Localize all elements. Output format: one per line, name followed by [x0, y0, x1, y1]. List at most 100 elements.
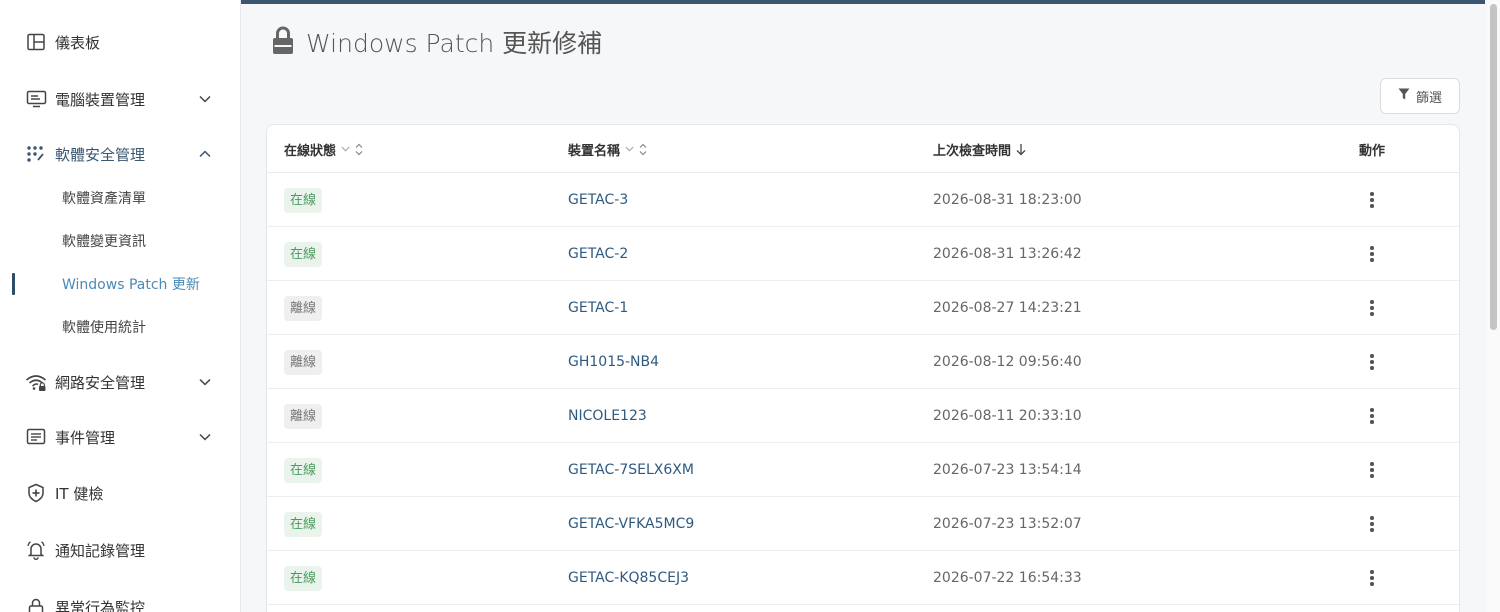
- status-badge: 在線: [284, 241, 323, 267]
- sort-icon[interactable]: [639, 143, 647, 156]
- filter-button[interactable]: 篩選: [1380, 78, 1460, 114]
- active-indicator: [12, 273, 15, 295]
- sidebar-item-label: 事件管理: [55, 428, 116, 447]
- table-row[interactable]: 離線 GETAC-1 2026-08-27 14:23:21: [267, 281, 1459, 335]
- sidebar-item-events[interactable]: 事件管理: [0, 417, 240, 457]
- chevron-down-icon[interactable]: [625, 146, 634, 152]
- last-check-cell: 2026-07-23 13:52:07: [933, 497, 1082, 551]
- device-cell: GETAC-2: [568, 227, 628, 281]
- last-check-cell: 2026-07-22 16:54:33: [933, 551, 1082, 605]
- table-row[interactable]: 在線 GETAC-3 2026-08-31 18:23:00: [267, 173, 1459, 227]
- monitor-icon: [25, 88, 47, 110]
- sidebar-item-label: IT 健檢: [55, 484, 104, 503]
- sort-icon[interactable]: [355, 143, 363, 156]
- table-row[interactable]: 在線 GETAC-KQ85CEJ3 2026-07-22 16:54:33: [267, 551, 1459, 605]
- action-cell: [1364, 281, 1380, 335]
- status-badge: 在線: [284, 565, 323, 591]
- more-actions-icon[interactable]: [1364, 246, 1380, 262]
- sidebar-subitem-windows-patch[interactable]: Windows Patch 更新: [0, 266, 240, 302]
- action-cell: [1364, 443, 1380, 497]
- device-cell: GETAC-KQ85CEJ3: [568, 551, 689, 605]
- device-name-link[interactable]: GETAC-2: [568, 246, 628, 262]
- action-cell: [1364, 227, 1380, 281]
- device-name-link[interactable]: GETAC-KQ85CEJ3: [568, 570, 689, 586]
- status-cell: 離線: [284, 389, 323, 443]
- status-cell: 在線: [284, 173, 323, 227]
- lock-icon: [25, 596, 47, 612]
- table-row[interactable]: 離線 NICOLE123 2026-08-11 20:33:10: [267, 389, 1459, 443]
- bell-icon: [25, 539, 47, 561]
- sidebar-item-anomaly-monitoring[interactable]: 異常行為監控: [0, 587, 240, 612]
- last-check-time: 2026-07-23 13:54:14: [933, 462, 1082, 478]
- device-cell: NICOLE123: [568, 389, 647, 443]
- table-row[interactable]: 在線 GETAC-7SELX6XM 2026-07-23 13:54:14: [267, 443, 1459, 497]
- sidebar-item-label: 異常行為監控: [55, 598, 146, 612]
- column-header-last-check[interactable]: 上次檢查時間: [933, 125, 1026, 173]
- sidebar-subitem-label: 軟體變更資訊: [62, 234, 146, 250]
- table-row[interactable]: 離線 GH1015-NB4 2026-08-12 09:56:40: [267, 335, 1459, 389]
- chevron-down-icon: [198, 430, 212, 444]
- device-name-link[interactable]: GETAC-3: [568, 192, 628, 208]
- last-check-cell: 2026-08-31 13:26:42: [933, 227, 1082, 281]
- sidebar-subitem-software-changes[interactable]: 軟體變更資訊: [0, 223, 240, 259]
- sidebar-item-network-security[interactable]: 網路安全管理: [0, 362, 240, 402]
- last-check-time: 2026-08-27 14:23:21: [933, 300, 1082, 316]
- device-name-link[interactable]: GETAC-1: [568, 300, 628, 316]
- last-check-cell: 2026-08-31 18:23:00: [933, 173, 1082, 227]
- last-check-cell: 2026-08-12 09:56:40: [933, 335, 1082, 389]
- action-cell: [1364, 335, 1380, 389]
- device-name-link[interactable]: NICOLE123: [568, 408, 647, 424]
- more-actions-icon[interactable]: [1364, 408, 1380, 424]
- status-cell: 在線: [284, 551, 323, 605]
- column-header-action: 動作: [1359, 125, 1385, 173]
- sidebar-item-dashboard[interactable]: 儀表板: [0, 22, 240, 62]
- status-badge: 離線: [284, 403, 323, 429]
- sidebar-item-label: 電腦裝置管理: [55, 90, 146, 109]
- last-check-time: 2026-07-22 16:54:33: [933, 570, 1082, 586]
- page-scrollbar[interactable]: [1487, 0, 1500, 612]
- device-name-link[interactable]: GH1015-NB4: [568, 354, 659, 370]
- action-cell: [1364, 497, 1380, 551]
- last-check-cell: 2026-08-27 14:23:21: [933, 281, 1082, 335]
- filter-button-label: 篩選: [1415, 90, 1442, 106]
- sidebar-item-it-checkup[interactable]: IT 健檢: [0, 473, 240, 513]
- table-header: 在線狀態 裝置名稱 上次檢查時間 動作: [267, 125, 1459, 173]
- more-actions-icon[interactable]: [1364, 516, 1380, 532]
- sidebar-subitem-label: Windows Patch 更新: [62, 277, 200, 293]
- more-actions-icon[interactable]: [1364, 354, 1380, 370]
- chevron-down-icon: [198, 375, 212, 389]
- action-cell: [1364, 551, 1380, 605]
- sidebar-subitem-label: 軟體使用統計: [62, 320, 146, 336]
- column-header-label: 動作: [1359, 143, 1386, 159]
- scrollbar-thumb[interactable]: [1490, 4, 1497, 330]
- device-cell: GETAC-7SELX6XM: [568, 443, 694, 497]
- table-row[interactable]: 在線 GETAC-2 2026-08-31 13:26:42: [267, 227, 1459, 281]
- status-badge: 在線: [284, 511, 323, 537]
- last-check-time: 2026-08-31 13:26:42: [933, 246, 1082, 262]
- shield-plus-icon: [25, 482, 47, 504]
- device-name-link[interactable]: GETAC-VFKA5MC9: [568, 516, 694, 532]
- more-actions-icon[interactable]: [1364, 570, 1380, 586]
- more-actions-icon[interactable]: [1364, 300, 1380, 316]
- sidebar-item-notifications[interactable]: 通知記錄管理: [0, 530, 240, 570]
- device-name-link[interactable]: GETAC-7SELX6XM: [568, 462, 694, 478]
- sidebar-subitem-software-usage[interactable]: 軟體使用統計: [0, 309, 240, 345]
- last-check-cell: 2026-08-11 20:33:10: [933, 389, 1082, 443]
- table-row[interactable]: 在線 GETAC-VFKA5MC9 2026-07-23 13:52:07: [267, 497, 1459, 551]
- more-actions-icon[interactable]: [1364, 192, 1380, 208]
- status-cell: 在線: [284, 443, 323, 497]
- patch-table: 在線狀態 裝置名稱 上次檢查時間 動作 在線 GETAC-3 2026-08-31 …: [266, 124, 1460, 612]
- lock-icon: [270, 25, 296, 59]
- column-header-status[interactable]: 在線狀態: [284, 125, 363, 173]
- sidebar-item-software-security[interactable]: 軟體安全管理: [0, 134, 240, 174]
- more-actions-icon[interactable]: [1364, 462, 1380, 478]
- chevron-down-icon[interactable]: [341, 146, 350, 152]
- sidebar-item-label: 網路安全管理: [55, 373, 146, 392]
- sidebar-item-label: 儀表板: [55, 33, 101, 52]
- last-check-time: 2026-08-11 20:33:10: [933, 408, 1082, 424]
- sidebar-item-devices[interactable]: 電腦裝置管理: [0, 79, 240, 119]
- sidebar-subitem-software-assets[interactable]: 軟體資產清單: [0, 180, 240, 216]
- column-header-device[interactable]: 裝置名稱: [568, 125, 647, 173]
- arrow-down-icon[interactable]: [1016, 143, 1026, 156]
- status-badge: 離線: [284, 295, 323, 321]
